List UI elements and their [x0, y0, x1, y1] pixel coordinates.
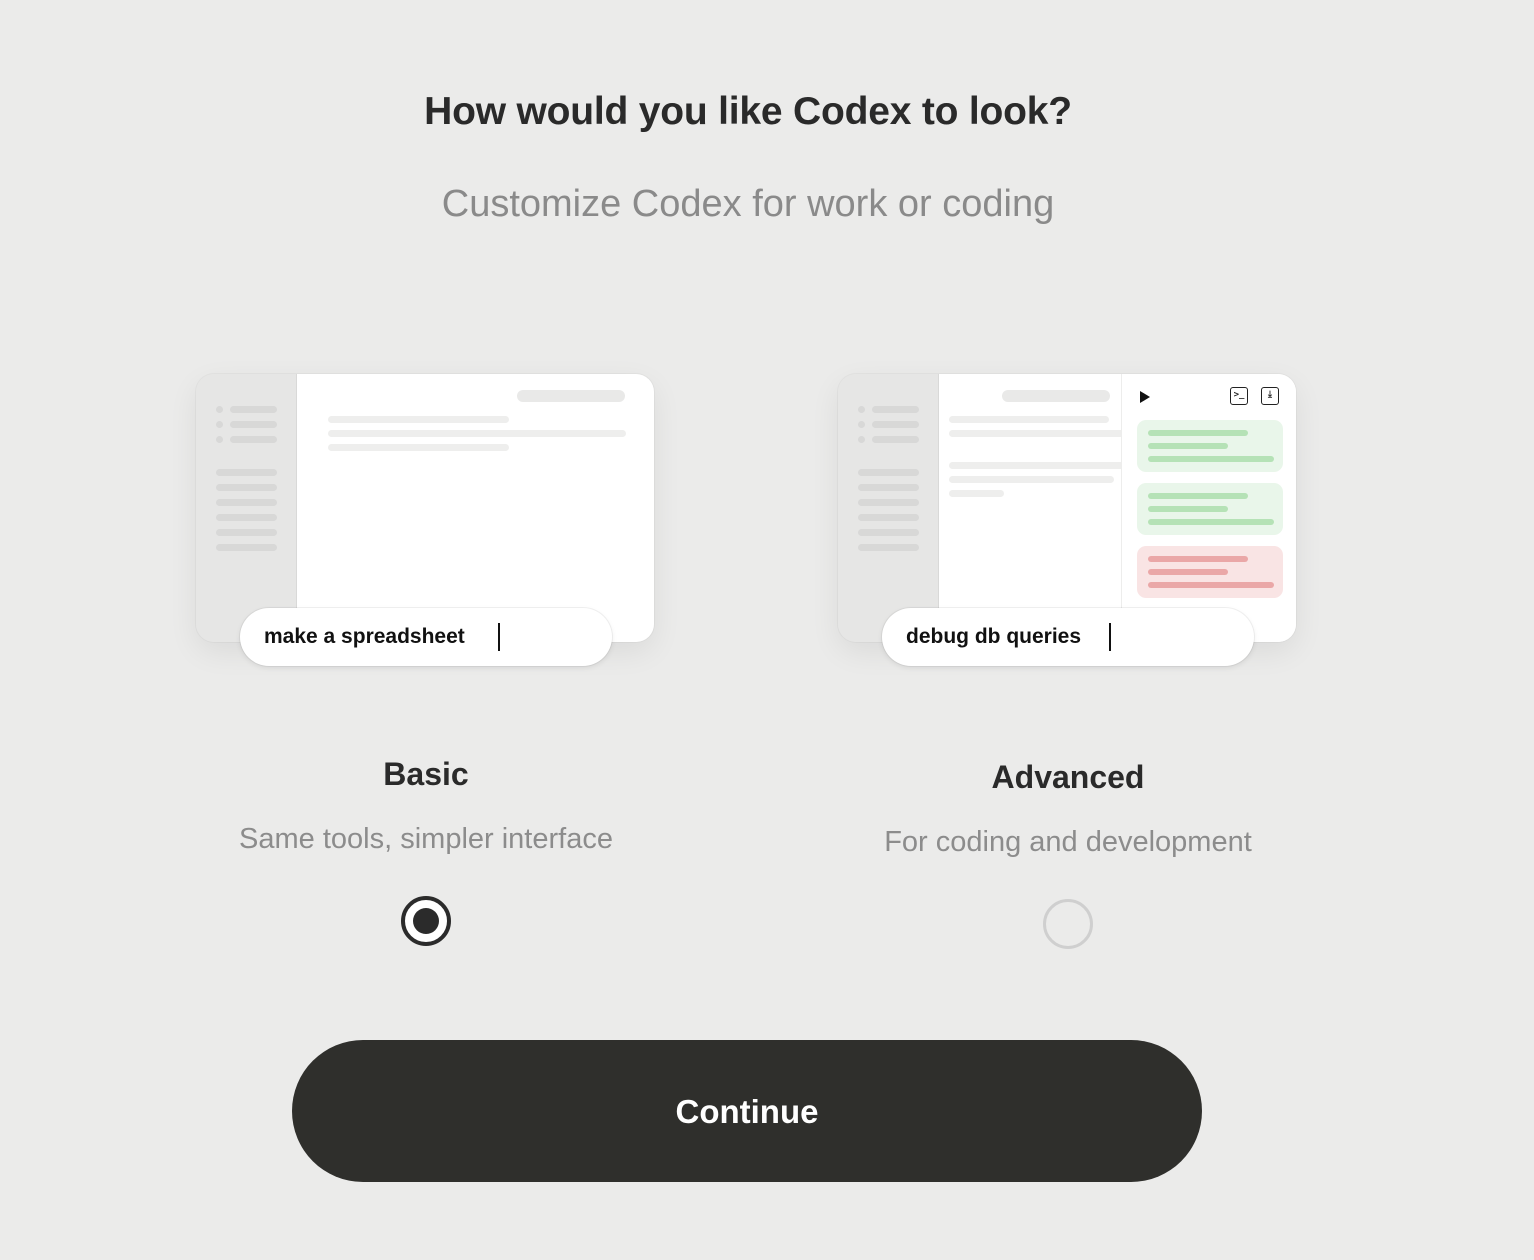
continue-button[interactable]: Continue [292, 1040, 1202, 1182]
radio-selected-dot [413, 908, 439, 934]
advanced-preview-illustration[interactable]: >_ ⤓ debug db queries [838, 374, 1298, 674]
basic-option-title[interactable]: Basic [176, 756, 676, 793]
terminal-icon: >_ [1230, 387, 1248, 405]
prompt-text: debug db queries [906, 625, 1082, 648]
advanced-option-title[interactable]: Advanced [818, 759, 1318, 796]
advanced-prompt-bar: debug db queries [882, 608, 1254, 666]
download-icon: ⤓ [1261, 387, 1279, 405]
page-title: How would you like Codex to look? [424, 90, 1072, 133]
text-caret [498, 623, 500, 651]
error-result-card [1137, 546, 1283, 598]
preview-sidebar [838, 374, 939, 642]
basic-option-description: Same tools, simpler interface [239, 823, 613, 855]
preview-results-panel: >_ ⤓ [1121, 374, 1296, 642]
page-subtitle: Customize Codex for work or coding [441, 183, 1055, 225]
advanced-radio-button[interactable] [1043, 899, 1093, 949]
success-result-card [1137, 420, 1283, 472]
basic-preview-illustration[interactable]: make a spreadsheet [196, 374, 656, 674]
advanced-option-description: For coding and development [884, 826, 1252, 858]
success-result-card [1137, 483, 1283, 535]
basic-radio-button[interactable] [401, 896, 451, 946]
preview-main-area [297, 374, 654, 642]
prompt-text: make a spreadsheet [264, 625, 465, 648]
advanced-preview-window: >_ ⤓ [838, 374, 1296, 642]
basic-prompt-bar: make a spreadsheet [240, 608, 612, 666]
text-caret [1109, 623, 1111, 651]
preview-sidebar [196, 374, 297, 642]
play-icon [1140, 391, 1150, 403]
basic-preview-window [196, 374, 654, 642]
